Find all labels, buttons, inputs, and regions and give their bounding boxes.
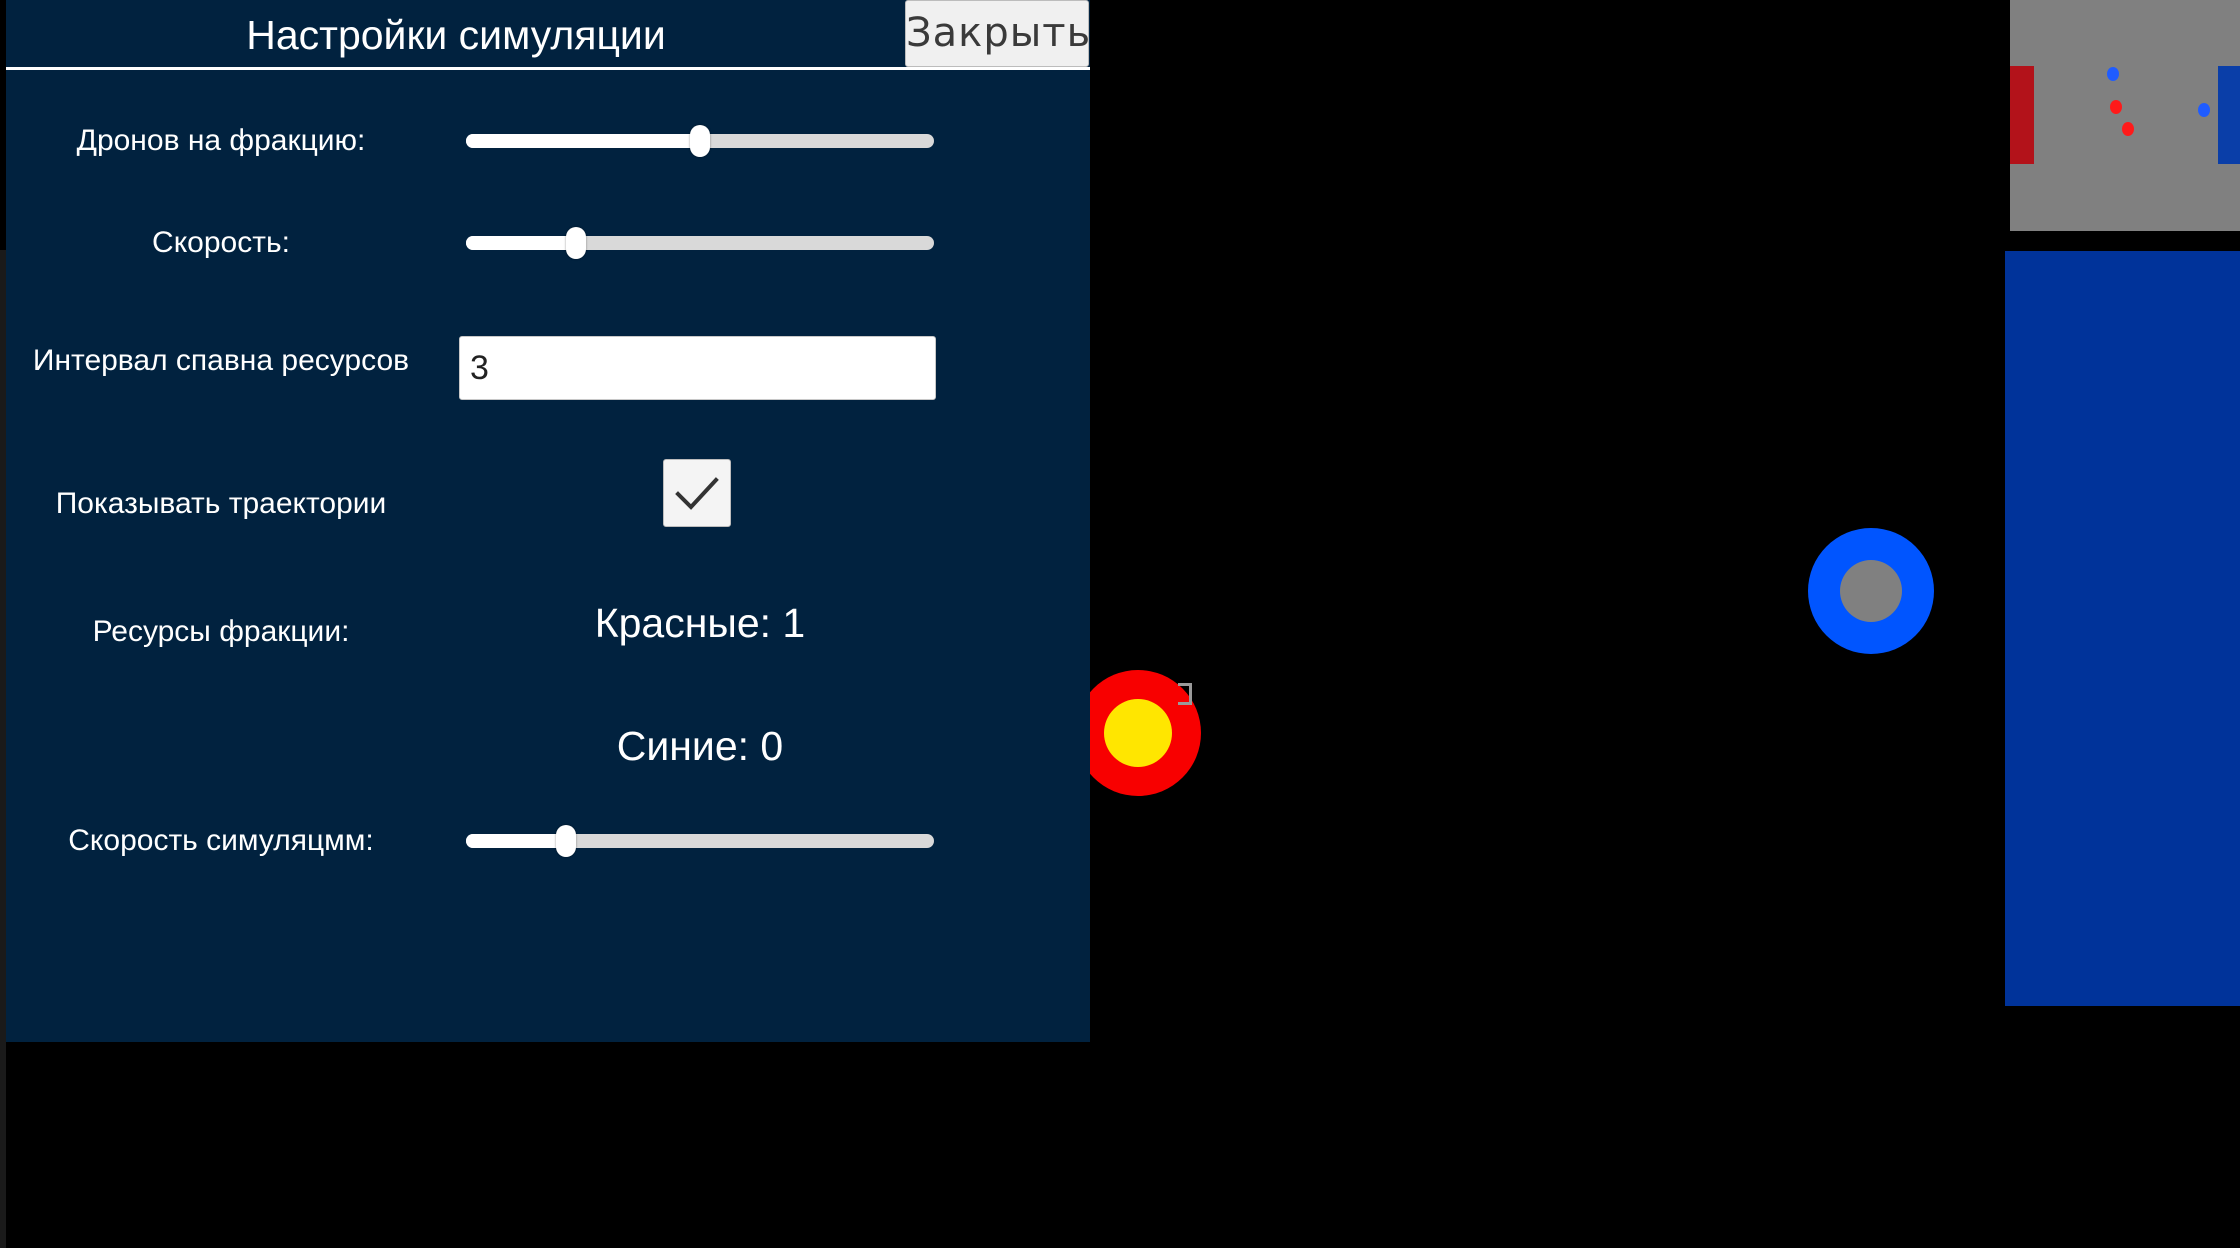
minimap-red-base bbox=[2010, 66, 2034, 164]
slider-fill bbox=[466, 134, 700, 148]
panel-header: Настройки симуляции Закрыть bbox=[6, 0, 1090, 67]
blue-base-zone bbox=[2005, 251, 2240, 1006]
settings-panel: Настройки симуляции Закрыть Дронов на фр… bbox=[6, 0, 1090, 1042]
slider-handle[interactable] bbox=[566, 227, 586, 259]
slider-fill bbox=[466, 834, 566, 848]
speed-slider[interactable] bbox=[466, 222, 934, 262]
minimap-blue-drone bbox=[2107, 67, 2119, 81]
faction-resources-label: Ресурсы фракции: bbox=[92, 615, 350, 648]
minimap-red-drone bbox=[2110, 100, 2122, 114]
simulation-speed-slider[interactable] bbox=[466, 820, 934, 860]
red-faction-base-core bbox=[1104, 699, 1172, 767]
minimap-blue-base bbox=[2218, 66, 2240, 164]
blue-resources-value: Синие: 0 bbox=[616, 723, 784, 769]
show-trajectories-checkbox[interactable] bbox=[663, 459, 731, 527]
minimap-blue-drone bbox=[2198, 103, 2210, 117]
spawn-interval-label: Интервал спавна ресурсов bbox=[32, 344, 410, 377]
slider-handle[interactable] bbox=[690, 125, 710, 157]
blue-faction-base-core bbox=[1840, 560, 1902, 622]
speed-label: Скорость: bbox=[152, 226, 290, 259]
close-button[interactable]: Закрыть bbox=[905, 0, 1090, 67]
panel-title: Настройки симуляции bbox=[246, 12, 666, 58]
resource-marker bbox=[1178, 683, 1192, 705]
show-trajectories-label: Показывать траектории bbox=[55, 487, 387, 520]
red-resources-value: Красные: 1 bbox=[594, 600, 806, 646]
simulation-speed-label: Скорость симуляцмм: bbox=[68, 824, 374, 857]
checkmark-icon bbox=[675, 477, 719, 510]
slider-handle[interactable] bbox=[556, 825, 576, 857]
spawn-interval-input[interactable] bbox=[459, 336, 936, 400]
header-divider bbox=[6, 67, 1090, 70]
slider-fill bbox=[466, 236, 576, 250]
minimap-red-drone bbox=[2122, 122, 2134, 136]
drones-per-faction-slider[interactable] bbox=[466, 120, 934, 160]
drones-per-faction-label: Дронов на фракцию: bbox=[76, 124, 366, 157]
game-scene: Настройки симуляции Закрыть Дронов на фр… bbox=[0, 0, 2240, 1248]
